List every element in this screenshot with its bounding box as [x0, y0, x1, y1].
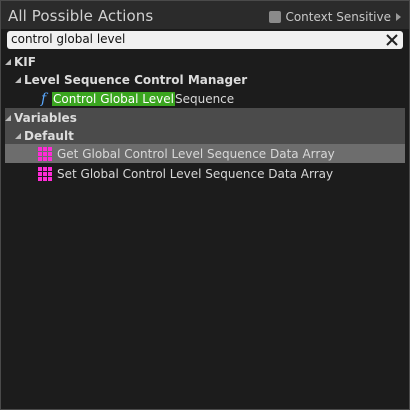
- chevron-right-icon[interactable]: [396, 12, 401, 21]
- search-match-highlight: Control Global Level: [52, 91, 175, 106]
- expand-triangle-icon[interactable]: [15, 132, 21, 139]
- category-level-sequence-control-manager[interactable]: Level Sequence Control Manager: [5, 70, 405, 89]
- array-grid-icon: [38, 146, 52, 161]
- clear-search-icon[interactable]: [385, 33, 399, 47]
- array-grid-icon: [38, 166, 52, 181]
- action-get-global-control-level-sequence-data-array[interactable]: Get Global Control Level Sequence Data A…: [5, 144, 405, 163]
- category-label: KIF: [14, 54, 36, 69]
- search-box[interactable]: control global level: [7, 31, 403, 49]
- action-menu-panel: All Possible Actions Context Sensitive c…: [0, 0, 410, 410]
- category-label: Default: [24, 128, 74, 143]
- action-label: Get Global Control Level Sequence Data A…: [57, 146, 335, 161]
- expand-triangle-icon[interactable]: [5, 58, 11, 65]
- expand-triangle-icon[interactable]: [5, 114, 11, 121]
- expand-triangle-icon[interactable]: [15, 76, 21, 83]
- action-label-rest: Sequence: [174, 91, 235, 106]
- action-set-global-control-level-sequence-data-array[interactable]: Set Global Control Level Sequence Data A…: [5, 164, 405, 183]
- category-label: Level Sequence Control Manager: [24, 72, 248, 87]
- context-sensitive-toggle[interactable]: Context Sensitive: [269, 9, 401, 24]
- search-input[interactable]: control global level: [11, 32, 125, 46]
- action-menu-header: All Possible Actions Context Sensitive: [1, 1, 409, 29]
- action-control-global-level-sequence[interactable]: f Control Global Level Sequence: [5, 89, 405, 108]
- category-label: Variables: [14, 110, 77, 125]
- panel-title: All Possible Actions: [8, 7, 154, 25]
- category-kif[interactable]: KIF: [5, 52, 405, 71]
- category-default[interactable]: Default: [5, 126, 405, 145]
- function-icon: f: [41, 90, 47, 107]
- action-label: Set Global Control Level Sequence Data A…: [57, 166, 334, 181]
- context-sensitive-checkbox[interactable]: [269, 10, 282, 23]
- category-variables[interactable]: Variables: [5, 108, 405, 127]
- context-sensitive-label: Context Sensitive: [285, 9, 391, 24]
